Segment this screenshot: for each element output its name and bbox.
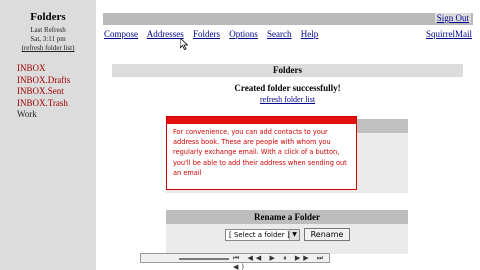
tooltip-accent-bar — [167, 117, 356, 124]
rename-folder-title: Rename a Folder — [166, 210, 408, 224]
folder-drafts[interactable]: INBOX.Drafts — [17, 75, 70, 87]
folder-sidebar: Folders Last Refresh Sat, 3:11 pm (refre… — [0, 0, 96, 270]
sidebar-title: Folders — [30, 11, 66, 23]
folder-sent[interactable]: INBOX.Sent — [17, 86, 70, 98]
mouse-cursor-icon — [180, 38, 188, 50]
top-bar: Sign Out — [103, 13, 473, 25]
nav-compose[interactable]: Compose — [104, 29, 138, 39]
nav-addresses[interactable]: Addresses — [147, 29, 184, 39]
main-nav: Compose Addresses Folders Options Search… — [104, 29, 325, 39]
folder-inbox[interactable]: INBOX — [17, 63, 70, 75]
refresh-folder-list-link[interactable]: (refresh folder list) — [0, 44, 96, 52]
playback-controls[interactable]: ⏮ ◀◀ ▶ ⏸ ▶▶ ⏭ ◀) — [233, 254, 329, 270]
nav-help[interactable]: Help — [301, 29, 319, 39]
video-player-controls: ⏮ ◀◀ ▶ ⏸ ▶▶ ⏭ ◀) — [140, 253, 330, 270]
status-message: Created folder successfully! — [234, 83, 341, 93]
folder-trash[interactable]: INBOX.Trash — [17, 98, 70, 110]
rename-folder-select[interactable]: [ Select a folder ] ▼ — [225, 229, 300, 241]
nav-search[interactable]: Search — [267, 29, 292, 39]
last-refresh-label: Last Refresh — [30, 26, 66, 34]
rename-button[interactable]: Rename — [304, 228, 350, 241]
sign-out-link[interactable]: Sign Out — [434, 13, 471, 23]
section-title: Folders — [112, 64, 463, 77]
nav-folders[interactable]: Folders — [193, 29, 220, 39]
refresh-time: Sat, 3:11 pm — [30, 35, 66, 43]
folder-work[interactable]: Work — [17, 109, 70, 121]
nav-options[interactable]: Options — [229, 29, 258, 39]
refresh-folder-list-link[interactable]: refresh folder list — [112, 95, 463, 104]
tooltip-text: For convenience, you can add contacts to… — [173, 128, 347, 177]
folder-list: INBOX INBOX.Drafts INBOX.Sent INBOX.Tras… — [17, 63, 70, 121]
squirrelmail-link[interactable]: SquirrelMail — [426, 29, 472, 39]
seek-track[interactable] — [179, 258, 229, 260]
tooltip-callout: For convenience, you can add contacts to… — [166, 116, 357, 190]
chevron-down-icon: ▼ — [289, 230, 299, 240]
